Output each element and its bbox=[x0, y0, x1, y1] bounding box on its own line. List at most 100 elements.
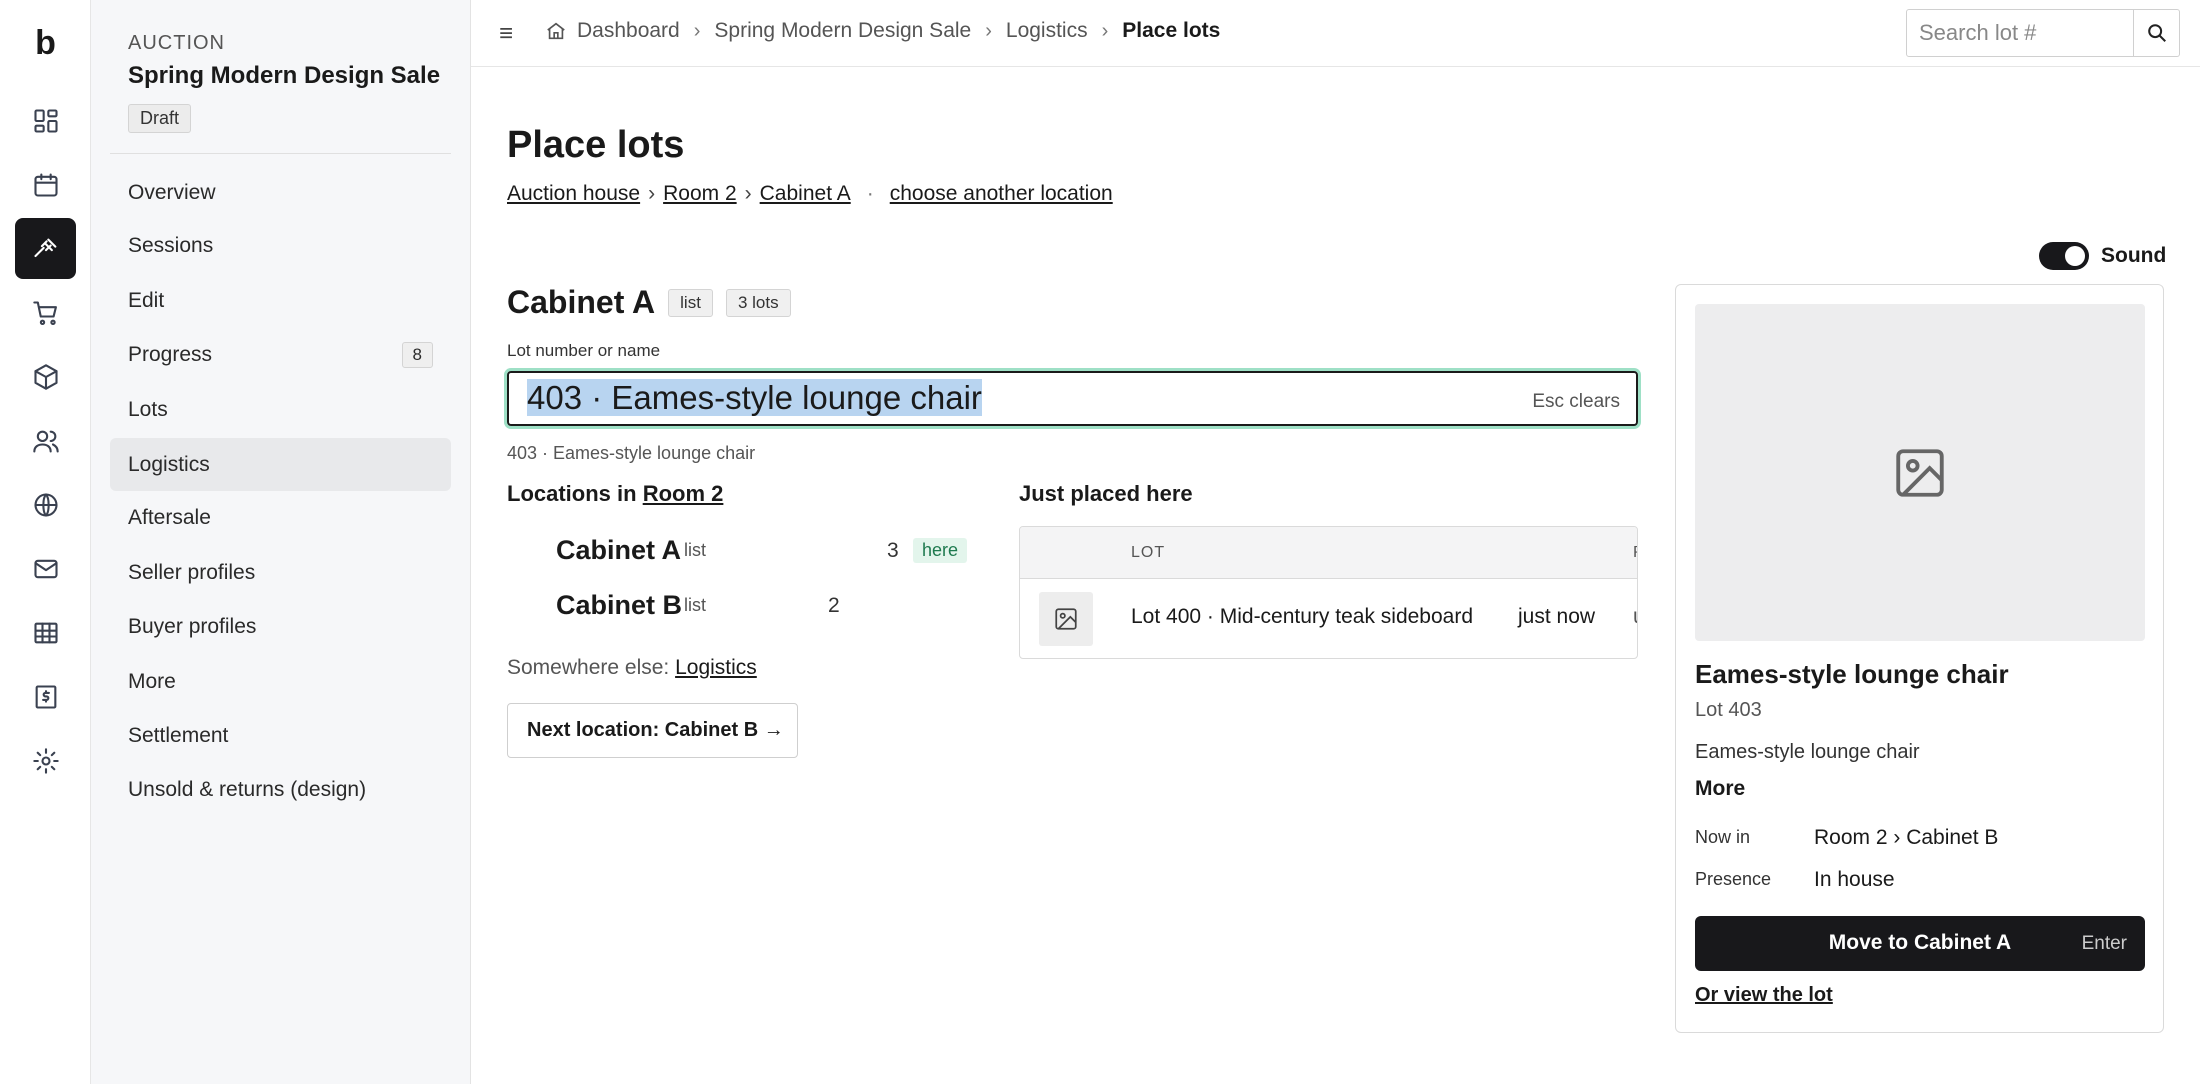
breadcrumb: Dashboard › Spring Modern Design Sale › … bbox=[545, 19, 1220, 43]
sidebar: AUCTION Spring Modern Design Sale Draft … bbox=[91, 0, 471, 1084]
sidebar-item-settlement[interactable]: Settlement bbox=[110, 709, 451, 762]
lot-count-badge: 3 lots bbox=[725, 288, 791, 317]
row-truncated-cell: u bbox=[1633, 605, 1637, 629]
lot-image-placeholder bbox=[1695, 304, 2145, 641]
sidebar-item-label: Overview bbox=[128, 180, 216, 204]
sidebar-item-progress[interactable]: Progress 8 bbox=[110, 328, 451, 381]
gavel-icon[interactable] bbox=[15, 218, 76, 279]
just-placed-heading: Just placed here bbox=[1019, 481, 1193, 506]
lot-input-value: 403 · Eames-style lounge chair bbox=[527, 379, 982, 416]
receipt-icon[interactable] bbox=[15, 666, 76, 727]
sidebar-item-label: Edit bbox=[128, 288, 165, 312]
sidebar-item-lots[interactable]: Lots bbox=[110, 383, 451, 436]
just-placed-table: LOT P Lot 400 · Mid-century teak sideboa… bbox=[1019, 526, 1638, 659]
location-count: 3 bbox=[887, 538, 899, 562]
breadcrumb-current: Place lots bbox=[1122, 19, 1221, 42]
status-badge: Draft bbox=[128, 104, 192, 133]
location-row-cabinet-b[interactable]: Cabinet B list 2 bbox=[556, 590, 840, 621]
elsewhere-line: Somewhere else: Logistics bbox=[507, 656, 757, 680]
table-icon[interactable] bbox=[15, 602, 76, 663]
location-cabinet-a[interactable]: Cabinet A bbox=[760, 182, 851, 206]
location-room-2[interactable]: Room 2 bbox=[663, 182, 737, 206]
breadcrumb-sale[interactable]: Spring Modern Design Sale bbox=[714, 19, 971, 43]
sound-toggle[interactable] bbox=[2039, 242, 2089, 270]
search-button[interactable] bbox=[2134, 9, 2180, 57]
location-auction-house[interactable]: Auction house bbox=[507, 182, 640, 206]
view-lot-link[interactable]: Or view the lot bbox=[1695, 984, 1833, 1007]
column-lot: LOT bbox=[1131, 544, 1166, 561]
location-count: 2 bbox=[828, 593, 840, 617]
sound-toggle-group: Sound bbox=[2039, 242, 2166, 270]
search-icon bbox=[2147, 24, 2166, 42]
column-truncated: P bbox=[1633, 544, 1637, 562]
sidebar-item-overview[interactable]: Overview bbox=[110, 166, 451, 219]
lot-input[interactable]: 403 · Eames-style lounge chair Esc clear… bbox=[507, 371, 1638, 426]
location-row-cabinet-a[interactable]: Cabinet A list 3 here bbox=[556, 535, 968, 566]
menu-icon[interactable]: ≡ bbox=[499, 20, 513, 48]
sidebar-item-sessions[interactable]: Sessions bbox=[110, 219, 451, 272]
breadcrumb-dashboard[interactable]: Dashboard bbox=[577, 19, 680, 43]
move-to-cabinet-button[interactable]: Move to Cabinet A Enter bbox=[1695, 916, 2145, 971]
enter-key-hint: Enter bbox=[2081, 933, 2127, 954]
path-separator: › bbox=[648, 182, 656, 205]
sidebar-item-seller-profiles[interactable]: Seller profiles bbox=[110, 546, 451, 599]
dashboard-icon[interactable] bbox=[15, 90, 76, 151]
location-name: Cabinet B bbox=[556, 590, 683, 620]
current-location-header: Cabinet A list 3 lots bbox=[507, 284, 791, 321]
presence-value: In house bbox=[1814, 868, 1895, 891]
calendar-icon[interactable] bbox=[15, 154, 76, 215]
sidebar-divider bbox=[110, 153, 451, 154]
table-header: LOT P bbox=[1020, 527, 1637, 579]
sidebar-item-label: Logistics bbox=[128, 452, 210, 476]
elsewhere-logistics-link[interactable]: Logistics bbox=[675, 656, 757, 679]
cart-icon[interactable] bbox=[15, 282, 76, 343]
row-lot-name: Lot 400 · Mid-century teak sideboard bbox=[1131, 605, 1474, 628]
sidebar-item-label: Sessions bbox=[128, 233, 214, 257]
sound-label: Sound bbox=[2101, 244, 2167, 267]
location-kind-badge: list bbox=[668, 288, 713, 317]
image-placeholder-icon bbox=[1039, 592, 1093, 646]
sidebar-item-label: Unsold & returns (design) bbox=[128, 777, 367, 801]
esc-hint: Esc clears bbox=[1532, 391, 1620, 412]
path-dot: · bbox=[866, 182, 874, 205]
sidebar-item-label: Progress bbox=[128, 342, 213, 366]
location-kind: list bbox=[684, 595, 706, 615]
path-separator: › bbox=[744, 182, 752, 205]
sidebar-item-more[interactable]: More bbox=[110, 655, 451, 708]
sidebar-item-label: Lots bbox=[128, 397, 168, 421]
presence-label: Presence bbox=[1695, 869, 1772, 889]
chevron-right-icon: › bbox=[985, 19, 992, 42]
location-name: Cabinet A bbox=[556, 535, 682, 565]
top-bar: ≡ Dashboard › Spring Modern Design Sale … bbox=[471, 0, 2200, 67]
now-in-label: Now in bbox=[1695, 827, 1751, 847]
home-icon[interactable] bbox=[545, 19, 577, 43]
sale-name: Spring Modern Design Sale bbox=[128, 62, 441, 89]
globe-icon[interactable] bbox=[15, 474, 76, 535]
locations-room-link[interactable]: Room 2 bbox=[643, 481, 724, 506]
sidebar-item-unsold-returns[interactable]: Unsold & returns (design) bbox=[110, 763, 451, 816]
chevron-right-icon: › bbox=[1101, 19, 1109, 42]
sidebar-item-aftersale[interactable]: Aftersale bbox=[110, 491, 451, 544]
sidebar-item-label: Aftersale bbox=[128, 505, 211, 529]
sidebar-item-edit[interactable]: Edit bbox=[110, 274, 451, 327]
box-icon[interactable] bbox=[15, 346, 76, 407]
mail-icon[interactable] bbox=[15, 538, 76, 599]
lot-number: Lot 403 bbox=[1695, 699, 1762, 721]
sidebar-item-label: More bbox=[128, 669, 176, 693]
lot-description: Eames-style lounge chair bbox=[1695, 741, 1920, 763]
next-location-button[interactable]: Next location: Cabinet B → bbox=[507, 703, 798, 758]
more-toggle[interactable]: More bbox=[1695, 777, 1745, 801]
chevron-right-icon: › bbox=[693, 19, 701, 42]
locations-heading: Locations in Room 2 bbox=[507, 481, 723, 507]
search-input[interactable] bbox=[1906, 9, 2134, 57]
users-icon[interactable] bbox=[15, 410, 76, 471]
sidebar-kicker: AUCTION bbox=[128, 32, 225, 54]
location-kind: list bbox=[684, 540, 706, 560]
breadcrumb-logistics[interactable]: Logistics bbox=[1006, 19, 1088, 43]
lot-field-label: Lot number or name bbox=[507, 341, 661, 360]
gear-icon[interactable] bbox=[15, 730, 76, 791]
choose-location-link[interactable]: choose another location bbox=[890, 182, 1113, 206]
sidebar-item-logistics[interactable]: Logistics bbox=[110, 438, 451, 491]
brand-logo[interactable]: b bbox=[0, 24, 91, 63]
sidebar-item-buyer-profiles[interactable]: Buyer profiles bbox=[110, 600, 451, 653]
